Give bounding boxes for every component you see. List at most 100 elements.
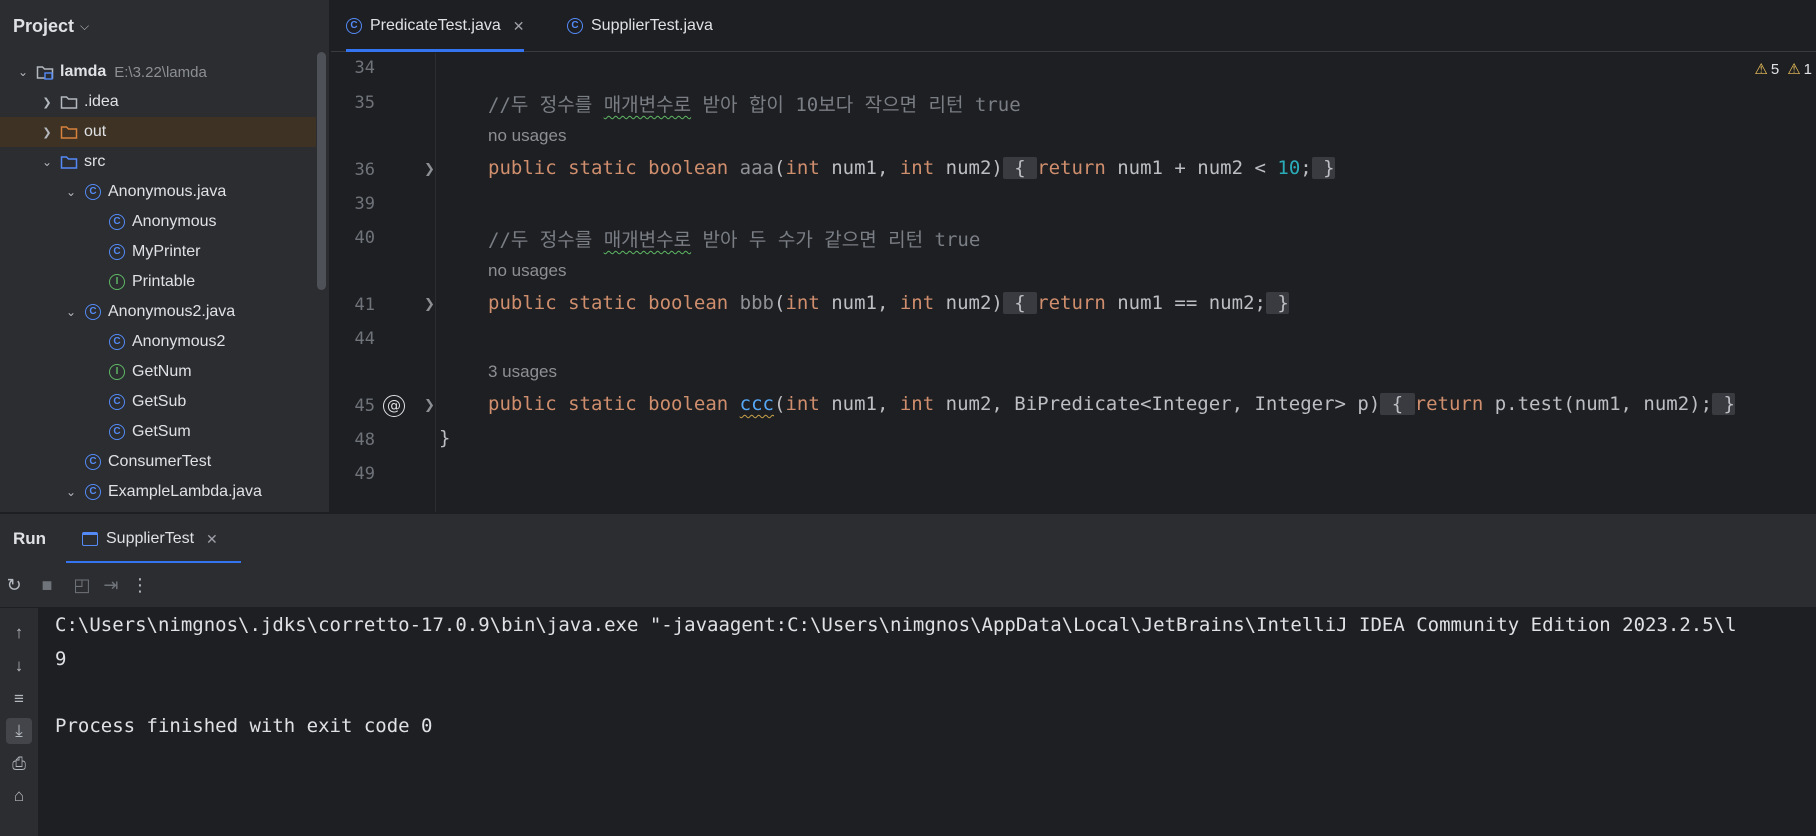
implementation-marker-icon[interactable]: @ <box>383 395 405 417</box>
chevron-down-icon[interactable]: ⌵ <box>80 19 89 34</box>
line-number: 45 <box>354 396 375 416</box>
tree-item-label: .idea <box>84 93 119 110</box>
class-icon: C <box>84 483 102 501</box>
tree-item[interactable]: ⌄ src <box>0 147 316 177</box>
folder-icon <box>60 93 78 111</box>
chevron-down-icon[interactable]: ⌄ <box>40 155 54 169</box>
run-tab-label: SupplierTest <box>106 530 195 547</box>
class-icon: C <box>84 453 102 471</box>
code-line-36: public static boolean aaa(int num1, int … <box>488 157 1335 179</box>
line-number: 35 <box>354 93 375 113</box>
run-panel-header: Run SupplierTest ✕ <box>0 513 1816 564</box>
tree-item[interactable]: I Printable <box>0 267 316 297</box>
line-number: 44 <box>354 329 375 349</box>
code-editor[interactable]: //두 정수를 매개변수로 받아 합이 10보다 작으면 리턴 true no … <box>437 53 1816 512</box>
close-icon[interactable]: ✕ <box>513 18 525 35</box>
rerun-icon[interactable]: ↻ <box>1 572 27 598</box>
usages-hint[interactable]: 3 usages <box>488 362 557 382</box>
code-line-35: //두 정수를 매개변수로 받아 합이 10보다 작으면 리턴 true <box>488 94 1021 116</box>
more-icon[interactable]: ⋮ <box>127 572 153 598</box>
run-title: Run <box>13 528 47 548</box>
class-icon: C <box>84 183 102 201</box>
tree-item-label: ConsumerTest <box>108 453 212 470</box>
fold-expand-icon[interactable]: ❯ <box>424 161 435 177</box>
arrow-up-icon[interactable]: ↑ <box>6 620 32 646</box>
tree-item[interactable]: ⌄ C Anonymous.java <box>0 177 316 207</box>
tree-item[interactable]: ❯ out <box>0 117 316 147</box>
run-toolbar: ↻ ■ ◰ ⇥ ⋮ <box>0 563 1816 608</box>
tree-item-label: GetSub <box>132 393 187 410</box>
scroll-to-end-icon[interactable]: ⤓ <box>6 718 32 744</box>
trash-icon[interactable]: ⌂ <box>6 783 32 809</box>
console-command-line: C:\Users\nimgnos\.jdks\corretto-17.0.9\b… <box>55 614 1737 636</box>
tree-item-label: src <box>84 153 106 170</box>
close-icon[interactable]: ✕ <box>206 531 218 548</box>
tree-item-label: Anonymous <box>132 213 217 230</box>
class-icon: C <box>108 393 126 411</box>
tree-item[interactable]: ⌄ lamda E:\3.22\lamda <box>0 57 316 87</box>
chevron-down-icon[interactable]: ⌄ <box>64 485 78 499</box>
print-icon[interactable]: ⎙ <box>6 751 32 777</box>
tab-label: SupplierTest.java <box>591 17 713 34</box>
project-header[interactable]: Project ⌵ <box>0 0 329 52</box>
console-output-line: 9 <box>55 648 67 670</box>
editor-gutter: 34 35 36 ❯ 39 40 41 ❯ 44 45 @ ❯ 48 49 <box>331 53 436 512</box>
project-scrollbar[interactable] <box>317 52 326 290</box>
code-line-40: //두 정수를 매개변수로 받아 두 수가 같으면 리턴 true <box>488 229 981 251</box>
chevron-down-icon[interactable]: ⌄ <box>64 185 78 199</box>
run-config-icon <box>82 532 98 546</box>
soft-wrap-icon[interactable]: ≡ <box>6 686 32 712</box>
tree-item[interactable]: ❯ .idea <box>0 87 316 117</box>
line-number: 48 <box>354 430 375 450</box>
tree-item-label: ExampleLambda.java <box>108 483 262 500</box>
exit-icon[interactable]: ⇥ <box>98 572 124 598</box>
usages-hint[interactable]: no usages <box>488 261 566 281</box>
usages-hint[interactable]: no usages <box>488 126 566 146</box>
interface-icon: I <box>108 363 126 381</box>
tree-item-label: Anonymous.java <box>108 183 227 200</box>
fold-expand-icon[interactable]: ❯ <box>424 397 435 413</box>
class-icon: C <box>108 423 126 441</box>
tree-item-label: out <box>84 123 107 140</box>
tree-item[interactable]: C ConsumerTest <box>0 447 316 477</box>
class-icon: C <box>346 18 362 34</box>
line-number: 49 <box>354 464 375 484</box>
chevron-down-icon[interactable]: ⌄ <box>16 65 30 79</box>
class-icon: C <box>84 303 102 321</box>
tree-item[interactable]: C GetSum <box>0 417 316 447</box>
chevron-right-icon[interactable]: ❯ <box>40 126 54 139</box>
tree-item-label: Anonymous2 <box>132 333 226 350</box>
line-number: 34 <box>354 58 375 78</box>
line-number: 40 <box>354 228 375 248</box>
line-number: 39 <box>354 194 375 214</box>
tree-item[interactable]: C Anonymous <box>0 207 316 237</box>
tree-item[interactable]: ⌄ C ExampleLambda.java <box>0 477 316 507</box>
folder-orange-icon <box>60 123 78 141</box>
tree-item[interactable]: ⌄ C Anonymous2.java <box>0 297 316 327</box>
line-number: 36 <box>354 160 375 180</box>
run-tab-supplier-test[interactable]: SupplierTest ✕ <box>66 514 241 564</box>
fold-expand-icon[interactable]: ❯ <box>424 296 435 312</box>
chevron-right-icon[interactable]: ❯ <box>40 96 54 109</box>
project-panel: Project ⌵ ⌄ lamda E:\3.22\lamda ❯ .idea ❯ out ⌄… <box>0 0 330 512</box>
tree-item[interactable]: C GetSub <box>0 387 316 417</box>
console-output[interactable]: C:\Users\nimgnos\.jdks\corretto-17.0.9\b… <box>38 608 1816 836</box>
tab-predicate-test[interactable]: C PredicateTest.java ✕ <box>346 0 525 52</box>
class-icon: C <box>567 18 583 34</box>
code-line-45: public static boolean ccc(int num1, int … <box>488 393 1735 415</box>
chevron-down-icon[interactable]: ⌄ <box>64 305 78 319</box>
camera-icon[interactable]: ◰ <box>69 572 95 598</box>
tree-item[interactable]: C MyPrinter <box>0 237 316 267</box>
stop-icon[interactable]: ■ <box>34 572 60 598</box>
line-number: 41 <box>354 295 375 315</box>
tree-item-path: E:\3.22\lamda <box>114 63 207 81</box>
module-folder-icon <box>36 63 54 81</box>
editor-tab-bar: C PredicateTest.java ✕ C SupplierTest.ja… <box>331 0 1816 52</box>
console-exit-line: Process finished with exit code 0 <box>55 715 433 737</box>
code-line-41: public static boolean bbb(int num1, int … <box>488 292 1289 314</box>
arrow-down-icon[interactable]: ↓ <box>6 653 32 679</box>
project-title: Project <box>13 15 75 36</box>
tree-item[interactable]: C Anonymous2 <box>0 327 316 357</box>
tree-item[interactable]: I GetNum <box>0 357 316 387</box>
tab-supplier-test[interactable]: C SupplierTest.java <box>567 0 713 52</box>
